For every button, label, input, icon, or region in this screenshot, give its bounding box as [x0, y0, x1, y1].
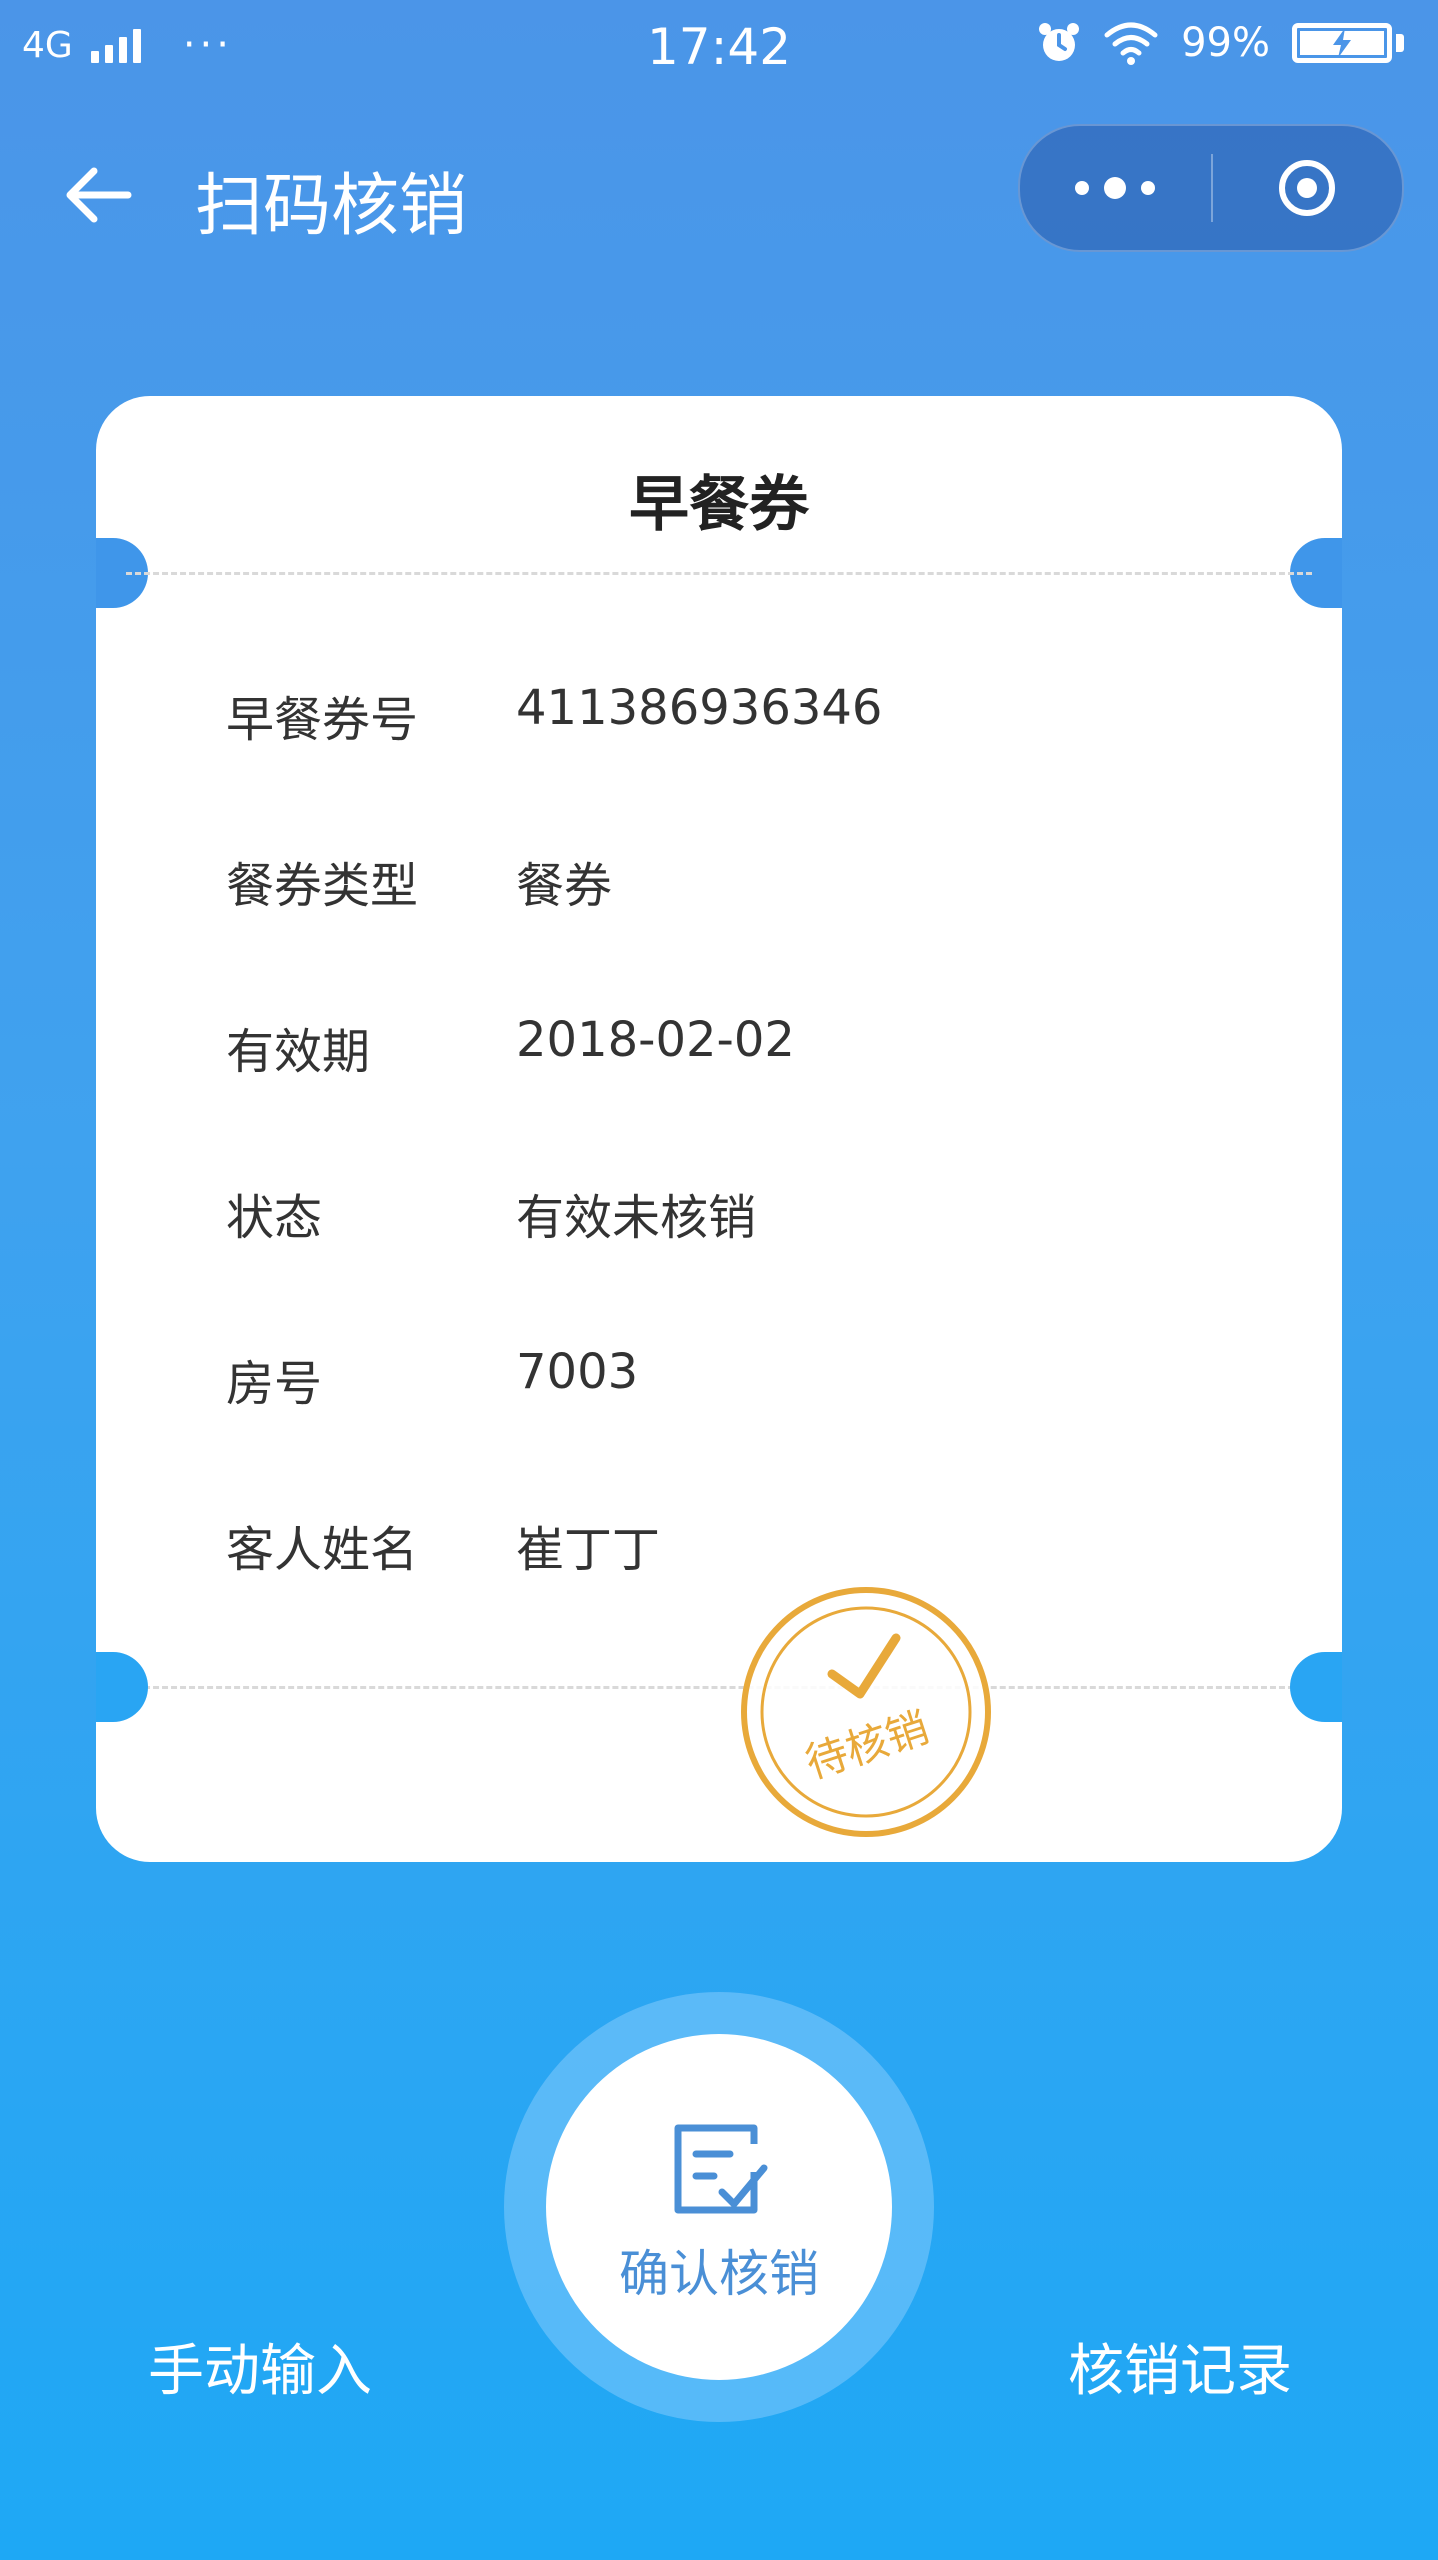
battery-tip: [1396, 34, 1404, 52]
field-value: 崔丁丁: [516, 1522, 661, 1578]
field-label: 早餐券号: [226, 692, 419, 748]
close-circle-icon: [1279, 160, 1335, 216]
field-value: 7003: [516, 1344, 639, 1400]
verify-records-button[interactable]: 核销记录: [1040, 2326, 1320, 2406]
page-title: 扫码核销: [195, 167, 468, 246]
field-value: 411386936346: [516, 680, 883, 736]
alarm-icon: [1039, 23, 1080, 61]
field-value: 2018-02-02: [516, 1012, 795, 1068]
confirm-verify-label: 确认核销: [619, 2245, 819, 2303]
checklist-icon: [674, 2124, 768, 2214]
card-notch: [96, 1652, 148, 1722]
wifi-icon: [1104, 22, 1158, 65]
nav-header: 扫码核销: [0, 120, 1438, 260]
battery-icon: [1292, 23, 1392, 63]
pending-stamp: 待核销: [741, 1587, 991, 1837]
field-value: 有效未核销: [516, 1190, 757, 1246]
mini-program-capsule: [1018, 124, 1404, 252]
confirm-verify-button[interactable]: 确认核销: [546, 2034, 892, 2380]
field-label: 客人姓名: [226, 1522, 419, 1578]
field-label: 房号: [226, 1356, 323, 1412]
voucher-card: 早餐券 早餐券号 411386936346 餐券类型 餐券 有效期 2018-0…: [96, 396, 1342, 1862]
dashed-divider: [126, 572, 1312, 575]
dashed-divider: [126, 1686, 1312, 1689]
card-notch: [1290, 1652, 1342, 1722]
more-button[interactable]: [1020, 126, 1210, 250]
close-button[interactable]: [1213, 126, 1402, 250]
field-label: 有效期: [226, 1024, 371, 1080]
back-button[interactable]: [58, 155, 138, 235]
voucher-title: 早餐券: [629, 470, 809, 540]
battery-percent: 99%: [1181, 20, 1270, 66]
field-label: 状态: [226, 1190, 323, 1246]
status-right: 99%: [1037, 20, 1404, 66]
field-label: 餐券类型: [226, 858, 419, 914]
more-dots-icon: [1075, 177, 1155, 199]
field-value: 餐券: [516, 858, 613, 914]
back-arrow-icon: [66, 167, 132, 223]
status-bar: 4G ··· 17:42 99%: [0, 0, 1438, 96]
manual-input-button[interactable]: 手动输入: [120, 2326, 400, 2406]
